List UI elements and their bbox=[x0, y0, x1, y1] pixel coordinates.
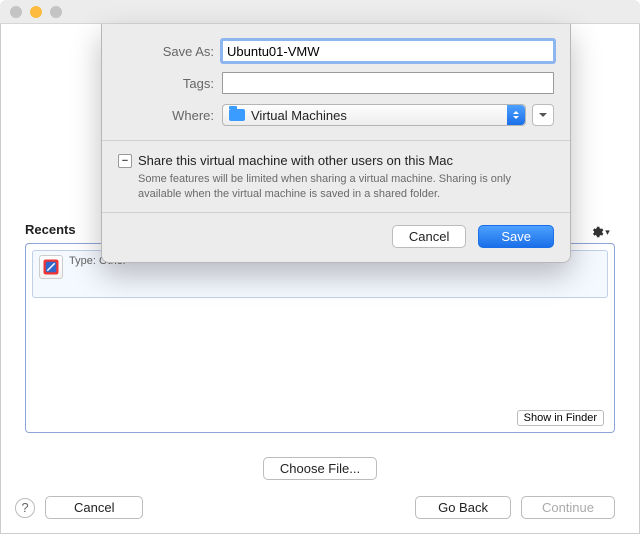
share-checkbox[interactable]: − bbox=[118, 154, 132, 168]
vmware-file-icon bbox=[39, 255, 63, 279]
where-value: Virtual Machines bbox=[251, 108, 347, 123]
save-as-input[interactable] bbox=[222, 40, 554, 62]
folder-icon bbox=[229, 109, 245, 121]
chevron-down-icon: ▾ bbox=[605, 227, 610, 238]
show-in-finder-button[interactable]: Show in Finder bbox=[517, 410, 604, 426]
traffic-light-close-icon[interactable] bbox=[10, 6, 22, 18]
popup-arrows-icon bbox=[507, 105, 525, 125]
gear-menu-button[interactable]: ▾ bbox=[589, 224, 611, 240]
tags-label: Tags: bbox=[112, 76, 222, 91]
titlebar bbox=[0, 0, 640, 24]
traffic-light-zoom-icon[interactable] bbox=[50, 6, 62, 18]
recents-item-type-label: Type: bbox=[69, 255, 96, 267]
sheet-cancel-button[interactable]: Cancel bbox=[392, 225, 466, 248]
share-description: Some features will be limited when shari… bbox=[138, 172, 538, 202]
disclosure-button[interactable] bbox=[532, 104, 554, 126]
continue-button: Continue bbox=[521, 496, 615, 519]
where-popup[interactable]: Virtual Machines bbox=[222, 104, 526, 126]
recents-list: Type: Other Show in Finder bbox=[25, 243, 615, 433]
traffic-light-minimize-icon[interactable] bbox=[30, 6, 42, 18]
tags-input[interactable] bbox=[222, 72, 554, 94]
where-label: Where: bbox=[112, 108, 222, 123]
gear-icon bbox=[590, 225, 604, 239]
save-as-label: Save As: bbox=[112, 44, 222, 59]
window-body: Recents ▾ Type: Other Show in Finder Cho… bbox=[0, 24, 640, 534]
cancel-button[interactable]: Cancel bbox=[45, 496, 143, 519]
share-checkbox-label: Share this virtual machine with other us… bbox=[138, 153, 453, 168]
go-back-button[interactable]: Go Back bbox=[415, 496, 511, 519]
help-button[interactable]: ? bbox=[15, 498, 35, 518]
choose-file-button[interactable]: Choose File... bbox=[263, 457, 377, 480]
sheet-save-button[interactable]: Save bbox=[478, 225, 554, 248]
save-sheet: Save As: Tags: Where: Virtual Machines − bbox=[101, 24, 571, 263]
bottom-button-row: ? Cancel Go Back Continue bbox=[15, 496, 615, 519]
